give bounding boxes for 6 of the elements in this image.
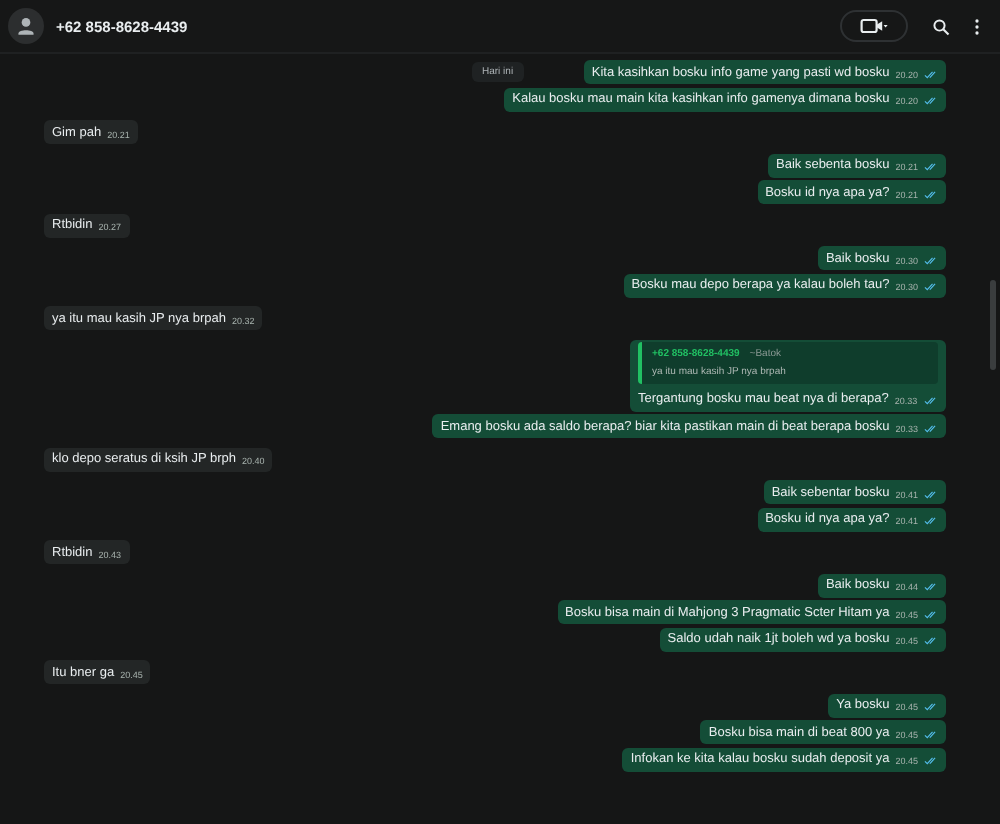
search-icon[interactable] (932, 17, 950, 35)
video-camera-icon (860, 18, 888, 34)
menu-icon[interactable] (974, 17, 980, 35)
avatar-icon[interactable] (8, 8, 44, 44)
scrollbar-thumb[interactable] (990, 280, 996, 370)
video-call-button[interactable] (840, 10, 908, 42)
